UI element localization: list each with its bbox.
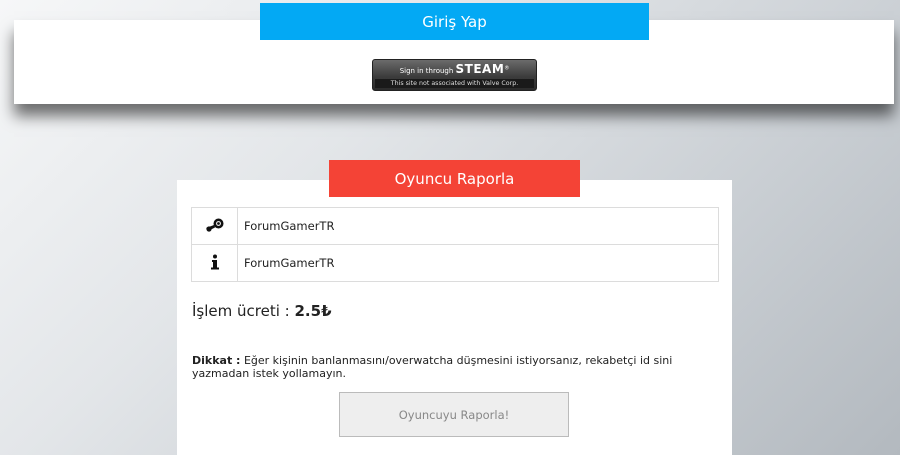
warning-body: Eğer kişinin banlanmasını/overwatcha düş… — [192, 354, 673, 380]
player-info-table: ForumGamerTR ForumGamerTR — [191, 207, 719, 282]
player-steam-name: ForumGamerTR — [237, 207, 719, 245]
report-panel: ForumGamerTR ForumGamerTR İşlem ücreti :… — [177, 180, 732, 455]
player-info-name: ForumGamerTR — [237, 244, 719, 282]
report-header: Oyuncu Raporla — [329, 160, 580, 197]
steam-icon — [205, 218, 225, 235]
steam-disclaimer: This site not associated with Valve Corp… — [375, 79, 534, 88]
fee-value: 2.5₺ — [294, 302, 332, 320]
steam-signin-prefix: Sign in through — [399, 67, 454, 75]
steam-brand-label: STEAM — [455, 62, 505, 76]
steam-signin-button[interactable]: Sign in through STEAM® This site not ass… — [372, 59, 537, 91]
info-icon — [210, 254, 220, 273]
report-submit-button[interactable]: Oyuncuyu Raporla! — [339, 392, 569, 437]
table-row: ForumGamerTR — [191, 244, 719, 282]
login-header: Giriş Yap — [260, 3, 649, 40]
warning-text: Dikkat : Eğer kişinin banlanmasını/overw… — [192, 354, 692, 380]
fee-label: İşlem ücreti : — [192, 302, 290, 320]
fee-line: İşlem ücreti : 2.5₺ — [192, 302, 332, 320]
table-row: ForumGamerTR — [191, 207, 719, 245]
warning-label: Dikkat : — [192, 354, 241, 367]
